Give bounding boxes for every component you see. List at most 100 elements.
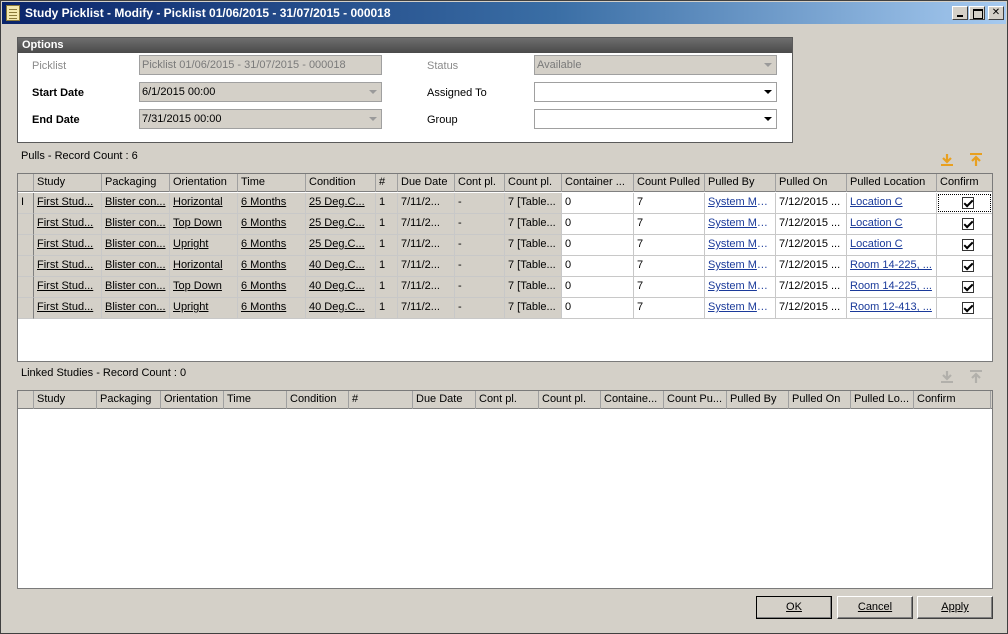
pulled-location-cell[interactable]: Room 14-225, ... — [847, 277, 937, 298]
table-row[interactable]: I First Stud... Blister con... Horizontal 6 … — [18, 193, 992, 214]
condition-cell[interactable]: 40 Deg.C... — [306, 277, 376, 298]
cancel-button[interactable]: Cancel — [837, 596, 913, 619]
row-selector[interactable]: I — [18, 193, 34, 214]
orientation-cell[interactable]: Top Down — [170, 214, 238, 235]
chevron-down-icon[interactable] — [764, 117, 772, 121]
linked-column-header[interactable]: Confirm — [914, 391, 991, 409]
apply-button[interactable]: Apply — [917, 596, 993, 619]
upload-arrow-icon[interactable] — [968, 152, 984, 168]
linked-studies-grid[interactable]: Study Packaging Orientation Time Condition # D… — [17, 390, 993, 589]
row-selector[interactable] — [18, 277, 34, 298]
pulls-column-header[interactable]: Condition — [306, 174, 376, 192]
linked-column-header[interactable]: Containe... — [601, 391, 664, 409]
pulls-column-header[interactable]: Count Pulled — [634, 174, 705, 192]
chevron-down-icon[interactable] — [369, 117, 377, 121]
title-bar[interactable]: Study Picklist - Modify - Picklist 01/06… — [2, 2, 1006, 24]
pulls-column-header[interactable]: Pulled Location — [847, 174, 937, 192]
study-cell[interactable]: First Stud... — [34, 277, 102, 298]
linked-column-header[interactable]: Pulled Lo... — [851, 391, 914, 409]
linked-column-header[interactable]: Pulled By — [727, 391, 789, 409]
linked-column-header[interactable]: Due Date — [413, 391, 476, 409]
pulled-by-cell[interactable]: System Ma... — [705, 256, 776, 277]
time-cell[interactable]: 6 Months — [238, 214, 306, 235]
condition-cell[interactable]: 40 Deg.C... — [306, 256, 376, 277]
linked-column-header[interactable]: Cont pl. — [476, 391, 539, 409]
linked-column-header[interactable]: Count pl. — [539, 391, 601, 409]
time-cell[interactable]: 6 Months — [238, 193, 306, 214]
pulls-grid[interactable]: Study Packaging Orientation Time Condition # D… — [17, 173, 993, 362]
table-row[interactable]: First Stud... Blister con... Top Down 6 Mon… — [18, 277, 992, 298]
orientation-cell[interactable]: Horizontal — [170, 256, 238, 277]
pulls-column-header[interactable]: # — [376, 174, 398, 192]
pulls-column-header[interactable]: Due Date — [398, 174, 455, 192]
time-cell[interactable]: 6 Months — [238, 277, 306, 298]
row-selector[interactable] — [18, 235, 34, 256]
pulled-location-cell[interactable]: Room 12-413, ... — [847, 298, 937, 319]
packaging-cell[interactable]: Blister con... — [102, 277, 170, 298]
pulled-location-cell[interactable]: Location C — [847, 193, 937, 214]
packaging-cell[interactable]: Blister con... — [102, 214, 170, 235]
group-select[interactable] — [534, 109, 777, 129]
table-row[interactable]: First Stud... Blister con... Upright 6 Mont… — [18, 298, 992, 319]
packaging-cell[interactable]: Blister con... — [102, 235, 170, 256]
table-row[interactable]: First Stud... Blister con... Upright 6 Mont… — [18, 235, 992, 256]
packaging-cell[interactable]: Blister con... — [102, 298, 170, 319]
pulls-column-header[interactable]: Pulled By — [705, 174, 776, 192]
orientation-cell[interactable]: Upright — [170, 298, 238, 319]
pulls-column-header[interactable]: Packaging — [102, 174, 170, 192]
ok-button[interactable]: OK — [756, 596, 832, 619]
pulls-column-header[interactable]: Count pl. — [505, 174, 562, 192]
time-cell[interactable]: 6 Months — [238, 298, 306, 319]
pulls-column-header[interactable]: Time — [238, 174, 306, 192]
packaging-cell[interactable]: Blister con... — [102, 193, 170, 214]
row-selector[interactable] — [18, 256, 34, 277]
condition-cell[interactable]: 40 Deg.C... — [306, 298, 376, 319]
pulled-location-cell[interactable]: Location C — [847, 235, 937, 256]
pulled-location-cell[interactable]: Location C — [847, 214, 937, 235]
maximize-button[interactable] — [969, 6, 985, 20]
table-row[interactable]: First Stud... Blister con... Top Down 6 Mon… — [18, 214, 992, 235]
pulls-column-header[interactable]: Study — [34, 174, 102, 192]
linked-column-header[interactable]: Count Pu... — [664, 391, 727, 409]
download-arrow-icon[interactable] — [939, 152, 955, 168]
pulls-column-header[interactable]: Container ... — [562, 174, 634, 192]
close-button[interactable]: ✕ — [988, 6, 1004, 20]
pulls-column-header[interactable]: Orientation — [170, 174, 238, 192]
chevron-down-icon[interactable] — [369, 90, 377, 94]
pulls-column-header[interactable]: Cont pl. — [455, 174, 505, 192]
study-cell[interactable]: First Stud... — [34, 193, 102, 214]
pulled-by-cell[interactable]: System Ma... — [705, 298, 776, 319]
linked-column-header[interactable]: Packaging — [97, 391, 161, 409]
confirm-checkbox[interactable] — [962, 281, 974, 293]
linked-column-header[interactable]: Orientation — [161, 391, 224, 409]
linked-column-header[interactable]: Condition — [287, 391, 349, 409]
confirm-checkbox[interactable] — [962, 239, 974, 251]
packaging-cell[interactable]: Blister con... — [102, 256, 170, 277]
chevron-down-icon[interactable] — [764, 90, 772, 94]
row-selector[interactable] — [18, 214, 34, 235]
study-cell[interactable]: First Stud... — [34, 298, 102, 319]
pulls-column-header[interactable]: Pulled On — [776, 174, 847, 192]
condition-cell[interactable]: 25 Deg.C... — [306, 235, 376, 256]
condition-cell[interactable]: 25 Deg.C... — [306, 193, 376, 214]
study-cell[interactable]: First Stud... — [34, 256, 102, 277]
confirm-checkbox[interactable] — [962, 218, 974, 230]
linked-column-header[interactable]: Time — [224, 391, 287, 409]
pulled-by-cell[interactable]: System Ma... — [705, 193, 776, 214]
time-cell[interactable]: 6 Months — [238, 256, 306, 277]
linked-column-header[interactable]: # — [349, 391, 413, 409]
table-row[interactable]: First Stud... Blister con... Horizontal 6 M… — [18, 256, 992, 277]
study-cell[interactable]: First Stud... — [34, 214, 102, 235]
linked-column-header[interactable]: Study — [34, 391, 97, 409]
pulled-location-cell[interactable]: Room 14-225, ... — [847, 256, 937, 277]
orientation-cell[interactable]: Horizontal — [170, 193, 238, 214]
pulled-by-cell[interactable]: System Ma... — [705, 214, 776, 235]
time-cell[interactable]: 6 Months — [238, 235, 306, 256]
orientation-cell[interactable]: Upright — [170, 235, 238, 256]
pulls-column-header[interactable]: Confirm — [937, 174, 992, 192]
start-date-field[interactable]: 6/1/2015 00:00 — [139, 82, 382, 102]
pulled-by-cell[interactable]: System Ma... — [705, 235, 776, 256]
assigned-to-select[interactable] — [534, 82, 777, 102]
end-date-field[interactable]: 7/31/2015 00:00 — [139, 109, 382, 129]
confirm-checkbox[interactable] — [962, 302, 974, 314]
